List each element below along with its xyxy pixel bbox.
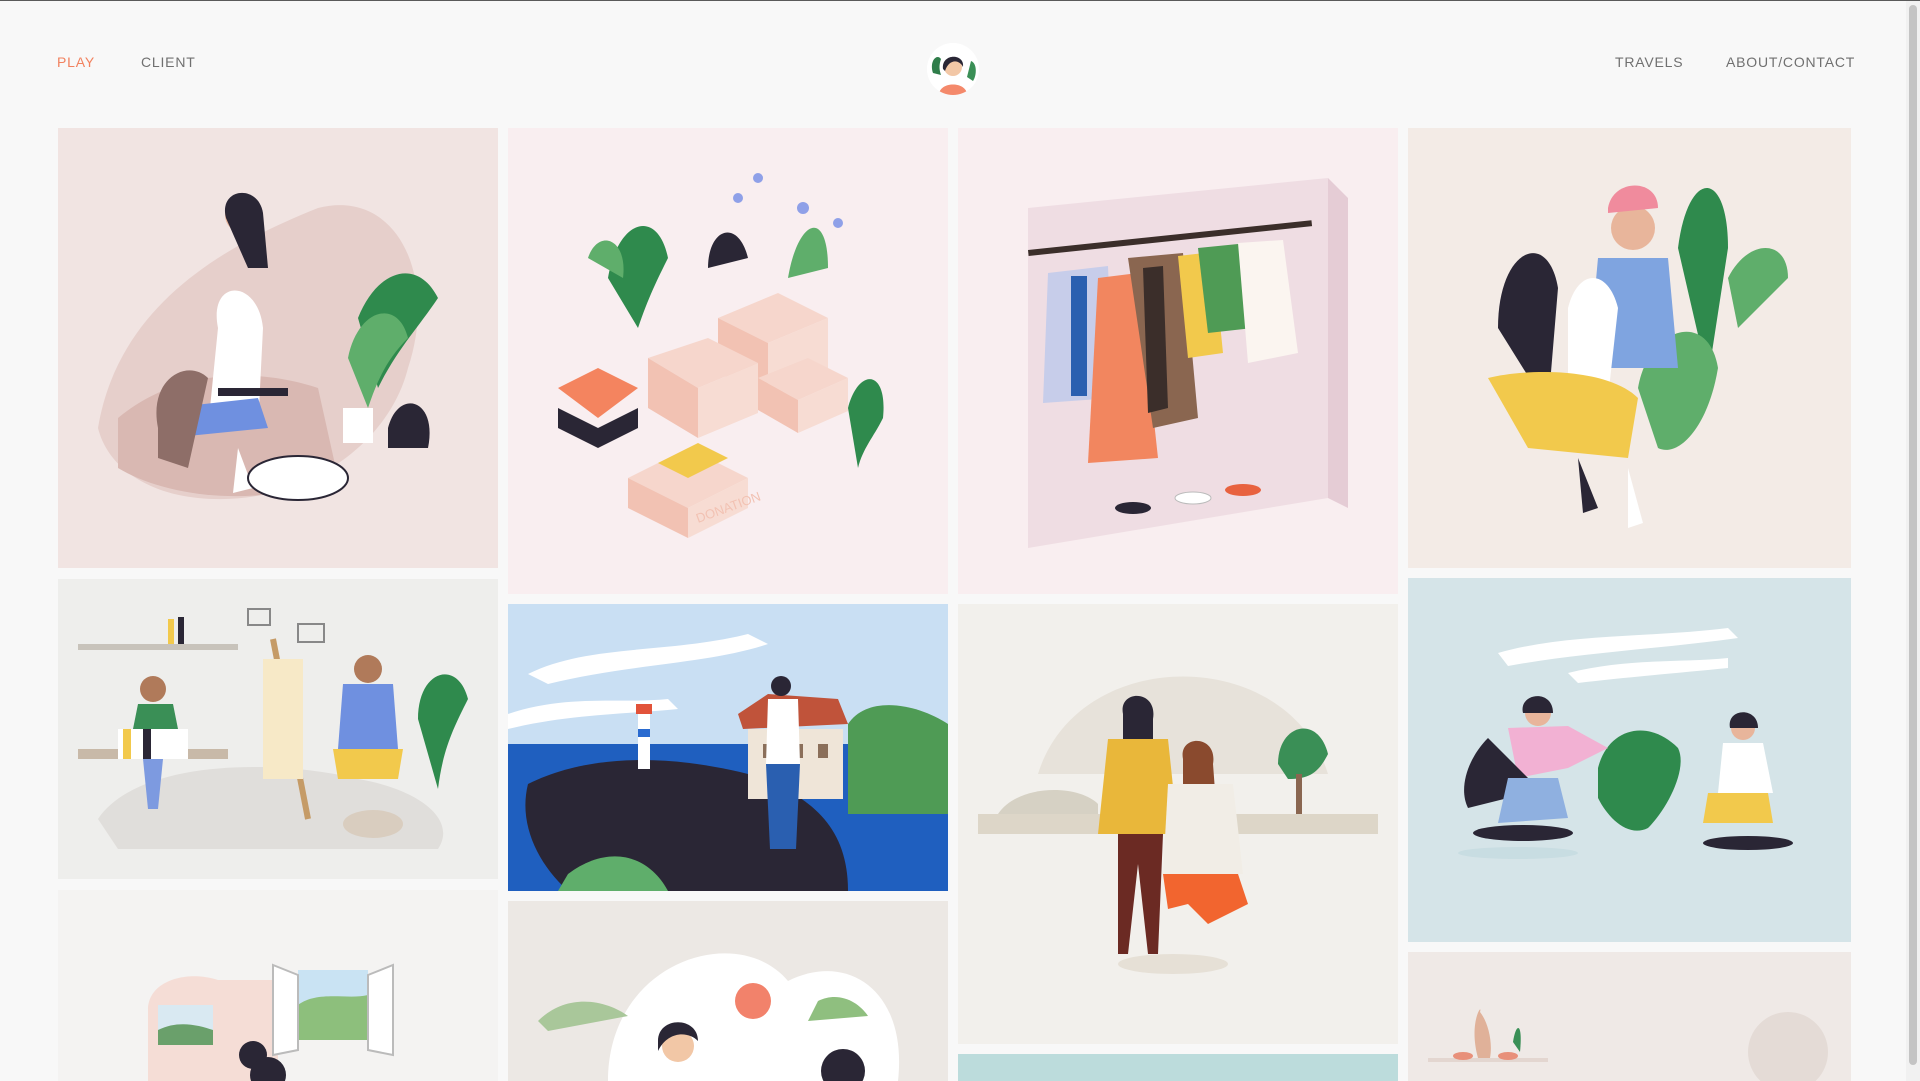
gallery-item-woman-with-dog[interactable] <box>1408 128 1851 568</box>
window-view-illustration <box>148 963 394 1081</box>
gallery-item-donation-boxes[interactable]: DONATION <box>508 128 948 594</box>
wardrobe-rack-illustration <box>1028 178 1348 548</box>
gallery-item-window-view[interactable] <box>58 890 498 1081</box>
gallery-item-artists-studio[interactable] <box>58 579 498 879</box>
woman-with-dog-illustration <box>1488 185 1788 528</box>
logo-avatar[interactable] <box>927 43 979 95</box>
gallery-item-knitting[interactable] <box>58 128 498 568</box>
gallery-item-shelf-plants[interactable] <box>1408 952 1851 1081</box>
skateboarders-illustration <box>1458 628 1793 859</box>
knitting-illustration <box>98 192 438 501</box>
gallery-item-lighthouse-coast[interactable] <box>508 604 948 891</box>
shelf-plants-illustration <box>1428 1009 1828 1081</box>
nav-play-link[interactable]: PLAY <box>57 54 95 70</box>
two-women-illustration <box>978 676 1378 974</box>
gallery-item-skateboarders[interactable] <box>1408 578 1851 942</box>
gallery-item-wardrobe-rack[interactable] <box>958 128 1398 594</box>
lighthouse-coast-illustration <box>508 634 948 891</box>
scrollbar-thumb[interactable] <box>1909 5 1917 1065</box>
nav-travels-link[interactable]: TRAVELS <box>1615 54 1683 70</box>
gallery-item-partial[interactable] <box>958 1054 1398 1081</box>
nav-client-link[interactable]: CLIENT <box>141 54 196 70</box>
vertical-scrollbar[interactable] <box>1906 1 1920 1081</box>
nav-about-contact-link[interactable]: ABOUT/CONTACT <box>1726 54 1855 70</box>
donation-boxes-illustration: DONATION <box>558 173 884 538</box>
artists-studio-illustration <box>78 608 468 849</box>
sunset-portrait-illustration <box>538 953 900 1081</box>
avatar-icon <box>927 43 979 95</box>
gallery-item-two-women[interactable] <box>958 604 1398 1044</box>
gallery-item-sunset-portrait[interactable] <box>508 901 948 1081</box>
